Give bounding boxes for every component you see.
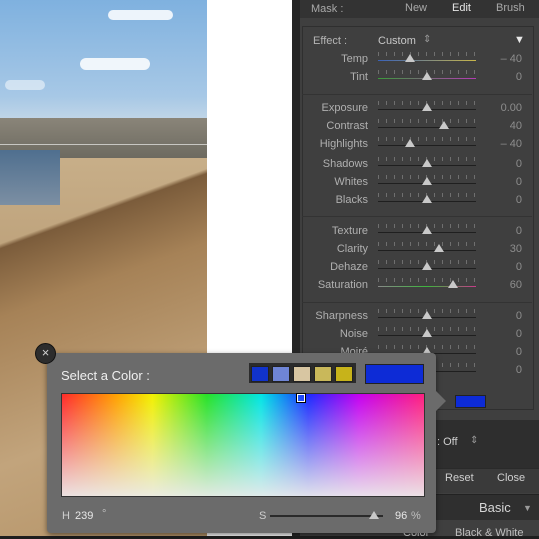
exposure-label: Exposure <box>321 102 368 114</box>
shadows-label: Shadows <box>322 158 368 170</box>
preset-stepper-icon[interactable]: ⇕ <box>423 34 431 45</box>
exposure-slider-thumb[interactable] <box>422 103 432 111</box>
reset-button[interactable]: Reset <box>445 472 474 484</box>
close-icon[interactable]: × <box>35 343 56 364</box>
whites-value[interactable]: 0 <box>482 176 522 188</box>
effect-label: Effect : <box>313 35 348 47</box>
blacks-value[interactable]: 0 <box>482 194 522 206</box>
blacks-label: Blacks <box>335 194 368 206</box>
divider <box>302 302 532 303</box>
saturation-value[interactable]: 96 <box>395 510 407 522</box>
texture-label: Texture <box>331 225 368 237</box>
tint-slider-thumb[interactable] <box>422 72 432 80</box>
shadows-value[interactable]: 0 <box>482 158 522 170</box>
mask-brush-button[interactable]: Brush <box>496 2 525 14</box>
contrast-slider-track[interactable] <box>378 127 476 128</box>
dehaze-value[interactable]: 0 <box>482 261 522 273</box>
auto-mask-toggle[interactable]: : Off <box>437 436 458 448</box>
dehaze-label: Dehaze <box>330 261 368 273</box>
contrast-ticks <box>378 119 476 123</box>
color-swatch[interactable] <box>314 366 332 382</box>
texture-slider-thumb[interactable] <box>422 226 432 234</box>
dehaze-slider-thumb[interactable] <box>422 262 432 270</box>
effect-preset-select[interactable]: Custom <box>378 35 416 47</box>
defringe-value[interactable]: 0 <box>482 364 522 376</box>
whites-label: Whites <box>334 176 368 188</box>
noise-slider-thumb[interactable] <box>422 329 432 337</box>
temp-slider-track[interactable] <box>378 60 476 61</box>
saturation-unit: % <box>411 510 421 522</box>
divider <box>302 216 532 217</box>
mask-edit-button[interactable]: Edit <box>452 2 471 14</box>
color-swatch[interactable] <box>272 366 290 382</box>
highlights-label: Highlights <box>319 138 368 150</box>
saturation-slider-track[interactable] <box>378 286 476 287</box>
highlights-slider-thumb[interactable] <box>405 139 416 147</box>
clarity-ticks <box>378 242 476 246</box>
color-swatch[interactable] <box>293 366 311 382</box>
mask-label: Mask : <box>311 3 344 15</box>
noise-value[interactable]: 0 <box>482 328 522 340</box>
auto-mask-stepper-icon[interactable]: ⇕ <box>470 435 478 446</box>
hue-unit: ° <box>102 508 107 520</box>
saturation-slider-track[interactable] <box>270 515 383 517</box>
saturation-label: Saturation <box>317 279 368 291</box>
noise-label: Noise <box>339 328 368 340</box>
clarity-slider-track[interactable] <box>378 250 476 251</box>
saturation-value[interactable]: 60 <box>482 279 522 291</box>
color-swatch[interactable] <box>335 366 353 382</box>
sharpness-value[interactable]: 0 <box>482 310 522 322</box>
contrast-slider-thumb[interactable] <box>438 121 449 129</box>
basic-title: Basic <box>479 500 511 515</box>
hue-value[interactable]: 239 <box>75 510 93 522</box>
texture-value[interactable]: 0 <box>482 225 522 237</box>
cloud <box>5 80 45 90</box>
temp-ticks <box>378 52 476 56</box>
saturation-ticks <box>378 278 476 282</box>
close-button[interactable]: Close <box>497 472 525 484</box>
hue-label: H <box>62 510 70 522</box>
sharpness-slider-thumb[interactable] <box>422 311 432 319</box>
popup-pointer <box>436 391 446 411</box>
mask-guide-line <box>0 144 235 145</box>
treatment-bw-option[interactable]: Black & White <box>455 527 523 539</box>
picker-title: Select a Color : <box>61 368 150 383</box>
cloud <box>80 58 150 70</box>
tint-label: Tint <box>350 71 368 83</box>
temp-label: Temp <box>341 53 368 65</box>
contrast-label: Contrast <box>326 120 368 132</box>
saturation-label: S <box>259 510 267 522</box>
highlights-ticks <box>378 137 476 141</box>
clarity-label: Clarity <box>336 243 368 255</box>
spectrum-picker-marker[interactable] <box>296 393 306 403</box>
color-swatch[interactable] <box>251 366 269 382</box>
tint-value[interactable]: 0 <box>482 71 522 83</box>
collapse-triangle-icon[interactable]: ▼ <box>514 34 525 46</box>
mask-color-chip[interactable] <box>455 395 486 408</box>
cloud <box>108 10 173 20</box>
divider <box>302 94 532 95</box>
clarity-slider-thumb[interactable] <box>433 244 444 252</box>
selected-color-preview <box>365 364 424 384</box>
clarity-value[interactable]: 30 <box>482 243 522 255</box>
sharpness-label: Sharpness <box>315 310 368 322</box>
color-spectrum[interactable] <box>61 393 425 497</box>
highlights-value[interactable]: – 40 <box>482 138 522 150</box>
contrast-value[interactable]: 40 <box>482 120 522 132</box>
whites-slider-thumb[interactable] <box>422 177 432 185</box>
moire-value[interactable]: 0 <box>482 346 522 358</box>
mask-new-button[interactable]: New <box>405 2 427 14</box>
temp-slider-thumb[interactable] <box>405 54 416 62</box>
highlights-slider-track[interactable] <box>378 145 476 146</box>
blacks-slider-thumb[interactable] <box>422 195 432 203</box>
basic-collapse-icon[interactable]: ▼ <box>523 503 532 513</box>
saturation-slider-thumb[interactable] <box>448 280 459 288</box>
shadows-slider-thumb[interactable] <box>422 159 432 167</box>
exposure-value[interactable]: 0.00 <box>482 102 522 114</box>
temp-value[interactable]: – 40 <box>482 53 522 65</box>
saturation-slider-thumb[interactable] <box>369 511 380 519</box>
